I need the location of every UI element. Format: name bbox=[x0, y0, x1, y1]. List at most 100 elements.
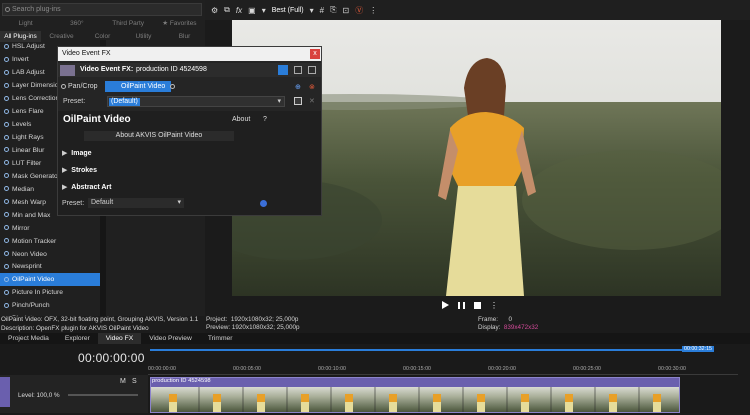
chain-pan-crop[interactable]: Pan/Crop bbox=[68, 83, 98, 90]
view-split-icon[interactable] bbox=[294, 66, 302, 74]
plugin-item-label: Min and Max bbox=[12, 211, 51, 219]
tab-project-media[interactable]: Project Media bbox=[0, 333, 57, 344]
preset2-select[interactable]: Default ▾ bbox=[88, 198, 184, 208]
info-icon[interactable] bbox=[260, 200, 267, 207]
tab-explorer[interactable]: Explorer bbox=[57, 333, 98, 344]
play-icon[interactable] bbox=[442, 301, 449, 309]
plugin-item[interactable]: Newsprint bbox=[0, 260, 100, 273]
thumb-figure bbox=[169, 394, 177, 402]
category-utility[interactable]: Utility bbox=[123, 31, 164, 42]
ruler-tick-label: 00:00:10:00 bbox=[318, 366, 346, 372]
thumb-figure-legs bbox=[477, 402, 485, 412]
level-slider[interactable] bbox=[68, 394, 138, 396]
preview-quality-select[interactable]: Best (Full) bbox=[272, 7, 304, 14]
chain-oilpaint-video[interactable]: OilPaint Video bbox=[105, 81, 172, 92]
plugin-item[interactable]: Mirror bbox=[0, 222, 100, 235]
plugin-item-label: OilPaint Video bbox=[12, 276, 55, 284]
plugin-item-label: HSL Adjust bbox=[12, 43, 45, 50]
category-360[interactable]: 360° bbox=[51, 18, 102, 29]
split-screen-icon[interactable]: ⧉ bbox=[224, 5, 230, 15]
category-third-party[interactable]: Third Party bbox=[103, 18, 154, 29]
save-frame-icon[interactable]: ⊡ bbox=[342, 6, 349, 15]
tab-trimmer[interactable]: Trimmer bbox=[200, 333, 241, 344]
header-value: production ID 4524598 bbox=[136, 66, 207, 73]
plugin-item[interactable]: Neon Video bbox=[0, 248, 100, 261]
plugin-item[interactable]: Picture In Picture bbox=[0, 286, 100, 299]
category-favorites[interactable]: ★ Favorites bbox=[154, 18, 205, 29]
thumb-figure bbox=[521, 394, 529, 402]
track-number bbox=[0, 377, 10, 407]
about-button[interactable]: About bbox=[232, 116, 250, 123]
fx-icon[interactable]: fx bbox=[236, 6, 242, 15]
section-abstract-art[interactable]: ▶ Abstract Art bbox=[62, 183, 111, 191]
plugin-search-input[interactable]: Search plug-ins bbox=[2, 3, 202, 16]
section-image[interactable]: ▶ Image bbox=[62, 149, 92, 157]
plugin-description-line-1: OilPaint Video: OFX, 32-bit floating poi… bbox=[1, 316, 199, 323]
timeline-progress bbox=[150, 349, 682, 351]
plugin-icon bbox=[4, 212, 9, 218]
thumb-figure-legs bbox=[521, 402, 529, 412]
chevron-down-icon[interactable]: ▾ bbox=[310, 6, 314, 15]
stop-icon[interactable] bbox=[474, 301, 481, 309]
remove-plugin-icon[interactable]: ⊗ bbox=[309, 83, 315, 91]
ruler-tick-label: 00:00:20:00 bbox=[488, 366, 516, 372]
ruler-tick-label: 00:00:05:00 bbox=[233, 366, 261, 372]
preset-select[interactable]: (Default) ▾ bbox=[107, 96, 285, 107]
plugin-item[interactable]: Pinch/Punch bbox=[0, 299, 100, 312]
plugin-icon bbox=[4, 56, 9, 62]
view-single-icon[interactable] bbox=[278, 65, 288, 75]
plugin-item-label: Light Rays bbox=[12, 133, 44, 141]
section-strokes[interactable]: ▶ Strokes bbox=[62, 166, 97, 174]
pause-icon[interactable] bbox=[458, 301, 465, 309]
about-akvis-button[interactable]: About AKVIS OilPaint Video bbox=[84, 131, 234, 141]
search-placeholder: Search plug-ins bbox=[12, 6, 61, 13]
plugin-icon bbox=[4, 303, 9, 309]
add-plugin-icon[interactable]: ⊕ bbox=[295, 83, 301, 91]
preview-toolbar: ⚙ ⧉ fx ▣ ▾ Best (Full) ▾ # ⎘ ⊡ Ⓥ ⋮ bbox=[205, 0, 750, 20]
gear-icon[interactable]: ⚙ bbox=[211, 6, 218, 15]
video-event-clip[interactable] bbox=[150, 377, 680, 413]
section-abstract-art-label: Abstract Art bbox=[71, 184, 112, 191]
thumb-figure bbox=[213, 394, 221, 402]
plugin-item-label: Newsprint bbox=[12, 263, 42, 271]
solo-button[interactable]: S bbox=[132, 378, 137, 385]
save-preset-icon[interactable] bbox=[294, 97, 302, 105]
tab-video-preview[interactable]: Video Preview bbox=[141, 333, 200, 344]
frame-label: Frame: bbox=[478, 316, 498, 323]
plugin-icon bbox=[4, 147, 9, 153]
close-button[interactable]: x bbox=[310, 49, 320, 59]
menu-icon[interactable]: ⋮ bbox=[369, 6, 377, 15]
category-blur[interactable]: Blur bbox=[164, 31, 205, 42]
copy-frame-icon[interactable]: ⎘ bbox=[330, 5, 336, 15]
ruler-tick-label: 00:00:25:00 bbox=[573, 366, 601, 372]
help-button[interactable]: ? bbox=[263, 116, 267, 123]
vegas-icon[interactable]: Ⓥ bbox=[355, 5, 363, 16]
thumb-figure-legs bbox=[345, 402, 353, 412]
preset-row: Preset: (Default) ▾ ✕ bbox=[58, 96, 321, 108]
menu-icon[interactable]: ⋮ bbox=[490, 301, 498, 310]
plugin-icon bbox=[4, 121, 9, 127]
plugin-item[interactable]: Motion Tracker bbox=[0, 235, 100, 248]
plugin-description: OilPaint Video: OFX, 32-bit floating poi… bbox=[0, 316, 205, 334]
plugin-item[interactable]: OilPaint Video bbox=[0, 273, 100, 287]
plugin-item-label: Invert bbox=[12, 55, 29, 63]
chevron-down-icon[interactable]: ▾ bbox=[262, 6, 266, 15]
plugin-item-label: Mirror bbox=[12, 224, 30, 232]
thumb-figure-legs bbox=[257, 402, 265, 412]
chevron-down-icon: ▾ bbox=[277, 98, 281, 105]
timecode-display[interactable]: 00:00:00:00 bbox=[78, 351, 146, 365]
plugin-icon bbox=[4, 199, 9, 205]
category-light[interactable]: Light bbox=[0, 18, 51, 29]
timeline-ruler[interactable]: 00:00:00:00 00:00:05:00 00:00:10:00 00:00:1… bbox=[148, 366, 738, 375]
thumb-figure bbox=[257, 394, 265, 402]
plugin-icon bbox=[4, 82, 9, 88]
delete-preset-icon[interactable]: ✕ bbox=[309, 97, 315, 105]
grid-icon[interactable]: # bbox=[320, 6, 324, 15]
tab-video-fx[interactable]: Video FX bbox=[97, 333, 142, 344]
mute-button[interactable]: M bbox=[120, 378, 126, 385]
thumb-figure bbox=[477, 394, 485, 402]
plugin-item-label: Mask Generator bbox=[12, 172, 60, 180]
project-label: Project: bbox=[206, 316, 228, 323]
view-grid-icon[interactable] bbox=[308, 66, 316, 74]
overlays-icon[interactable]: ▣ bbox=[248, 6, 256, 15]
